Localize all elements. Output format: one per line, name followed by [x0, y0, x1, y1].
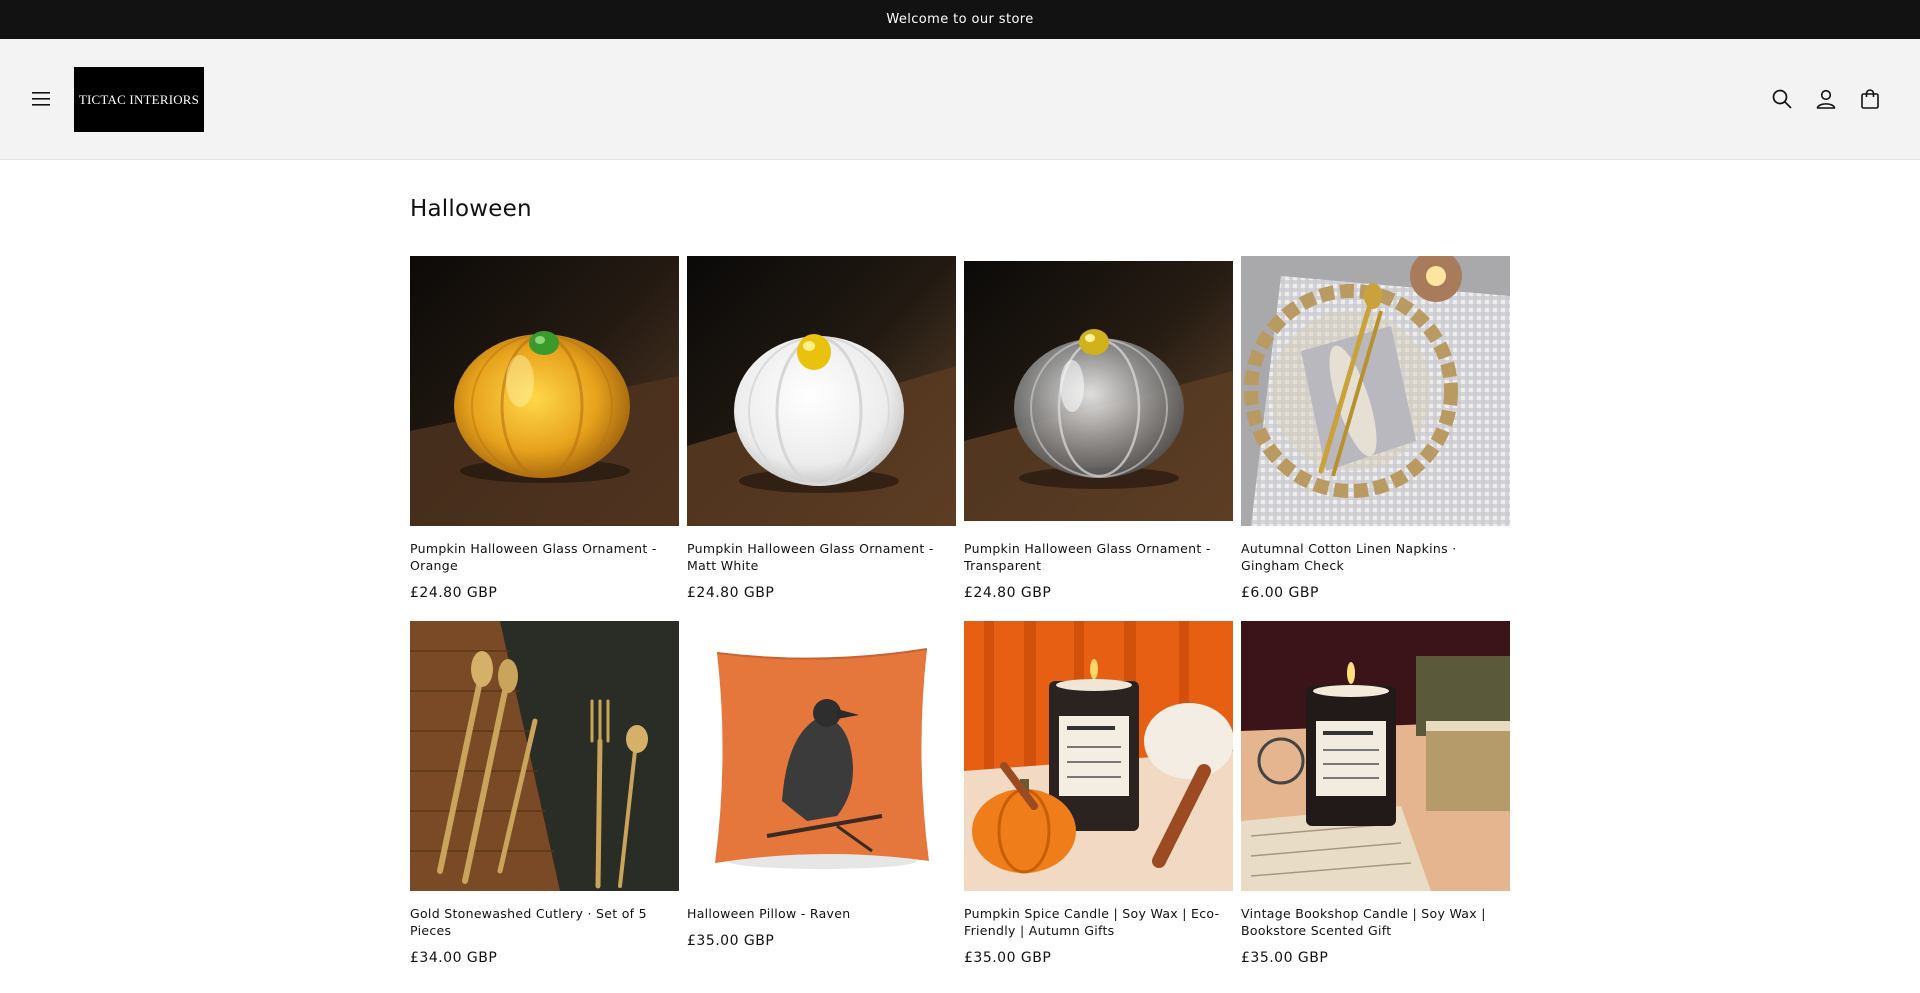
product-image-vintage-bookshop-candle[interactable]	[1241, 621, 1510, 891]
product-price: £35.00 GBP	[1241, 950, 1329, 966]
product-image-transparent-pumpkin[interactable]	[964, 256, 1233, 526]
product-image-gingham-napkins[interactable]	[1241, 256, 1510, 526]
product-title[interactable]: Pumpkin Halloween Glass Ornament - Trans…	[964, 540, 1233, 574]
product-title[interactable]: Pumpkin Halloween Glass Ornament - Matt …	[687, 540, 956, 574]
cart-icon[interactable]	[1855, 84, 1885, 114]
product-image-pumpkin-spice-candle[interactable]	[964, 621, 1233, 891]
product-price: £35.00 GBP	[687, 933, 775, 949]
search-icon[interactable]	[1767, 84, 1797, 114]
product-card[interactable]: Pumpkin Halloween Glass Ornament - Orang…	[410, 256, 679, 601]
product-price: £24.80 GBP	[410, 585, 498, 601]
product-title[interactable]: Pumpkin Halloween Glass Ornament - Orang…	[410, 540, 679, 574]
product-card[interactable]: Pumpkin Halloween Glass Ornament - Matt …	[687, 256, 956, 601]
account-icon[interactable]	[1811, 84, 1841, 114]
product-price: £24.80 GBP	[964, 585, 1052, 601]
product-image-gold-cutlery[interactable]	[410, 621, 679, 891]
menu-icon[interactable]	[28, 86, 56, 112]
store-logo[interactable]: TICTAC INTERIORS	[74, 67, 204, 132]
product-image-orange-pumpkin[interactable]	[410, 256, 679, 526]
product-price: £35.00 GBP	[964, 950, 1052, 966]
product-card[interactable]: Gold Stonewashed Cutlery · Set of 5 Piec…	[410, 621, 679, 966]
product-card[interactable]: Vintage Bookshop Candle | Soy Wax | Book…	[1241, 621, 1510, 966]
logo-text: TICTAC INTERIORS	[78, 91, 200, 107]
product-image-white-pumpkin[interactable]	[687, 256, 956, 526]
product-title[interactable]: Autumnal Cotton Linen Napkins · Gingham …	[1241, 540, 1510, 574]
product-price: £6.00 GBP	[1241, 585, 1319, 601]
product-title[interactable]: Pumpkin Spice Candle | Soy Wax | Eco-Fri…	[964, 905, 1233, 939]
product-card[interactable]: Pumpkin Halloween Glass Ornament - Trans…	[964, 256, 1233, 601]
collection-title: Halloween	[410, 196, 532, 222]
announcement-text: Welcome to our store	[886, 12, 1034, 27]
product-title[interactable]: Halloween Pillow - Raven	[687, 905, 956, 922]
product-card[interactable]: Halloween Pillow - Raven £35.00 GBP	[687, 621, 956, 966]
product-price: £34.00 GBP	[410, 950, 498, 966]
product-card[interactable]: Autumnal Cotton Linen Napkins · Gingham …	[1241, 256, 1510, 601]
product-card[interactable]: Pumpkin Spice Candle | Soy Wax | Eco-Fri…	[964, 621, 1233, 966]
product-grid: Pumpkin Halloween Glass Ornament - Orang…	[410, 256, 1510, 966]
product-title[interactable]: Gold Stonewashed Cutlery · Set of 5 Piec…	[410, 905, 679, 939]
product-price: £24.80 GBP	[687, 585, 775, 601]
product-title[interactable]: Vintage Bookshop Candle | Soy Wax | Book…	[1241, 905, 1510, 939]
product-image-raven-pillow[interactable]	[687, 621, 956, 891]
site-header: TICTAC INTERIORS	[0, 39, 1920, 160]
announcement-bar: Welcome to our store	[0, 0, 1920, 39]
